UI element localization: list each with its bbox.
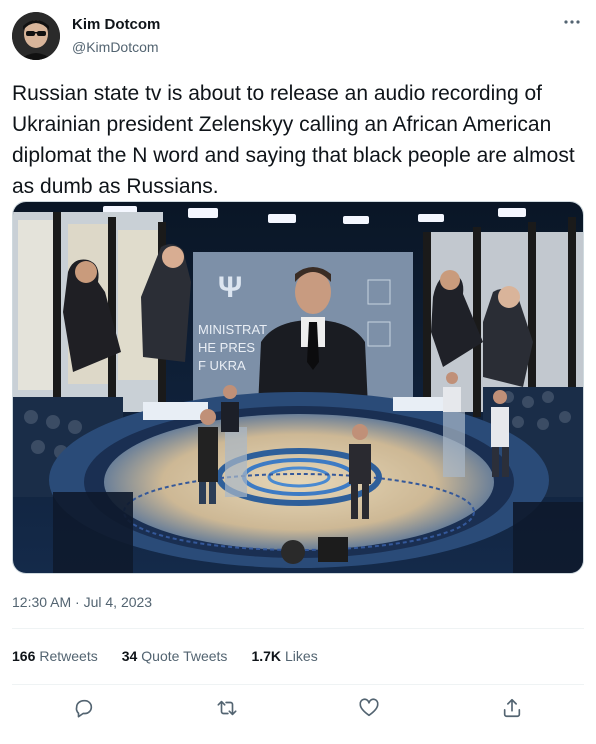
- svg-text:MINISTRAT: MINISTRAT: [198, 322, 267, 337]
- divider: [12, 684, 584, 685]
- avatar-image: [12, 12, 60, 60]
- reply-button[interactable]: [69, 693, 99, 723]
- tv-studio-photo: Ψ MINISTRAT HE PRES F UKRA: [13, 202, 583, 573]
- reply-icon: [75, 699, 93, 718]
- divider: [12, 628, 584, 629]
- quote-tweets-stat[interactable]: 34 Quote Tweets: [122, 648, 228, 664]
- likes-label: Likes: [285, 648, 318, 664]
- tweet-media[interactable]: Ψ MINISTRAT HE PRES F UKRA: [12, 201, 584, 574]
- avatar[interactable]: [12, 12, 60, 60]
- likes-count: 1.7K: [251, 648, 282, 664]
- author-name[interactable]: Kim Dotcom: [72, 16, 160, 33]
- quote-tweets-label: Quote Tweets: [141, 648, 228, 664]
- likes-stat[interactable]: 1.7K Likes: [251, 648, 317, 664]
- more-horizontal-icon: [564, 20, 580, 24]
- svg-text:F UKRA: F UKRA: [198, 358, 246, 373]
- retweets-count: 166: [12, 648, 36, 664]
- author-handle[interactable]: @KimDotcom: [72, 39, 159, 55]
- share-icon: [503, 698, 521, 718]
- engagement-stats: 166 Retweets 34 Quote Tweets 1.7K Likes: [12, 648, 318, 664]
- like-button[interactable]: [354, 693, 384, 723]
- retweet-button[interactable]: [212, 693, 242, 723]
- like-icon: [359, 698, 379, 717]
- retweet-icon: [217, 700, 237, 716]
- more-options-button[interactable]: [562, 12, 582, 37]
- tweet-text: Russian state tv is about to release an …: [12, 82, 575, 198]
- retweets-label: Retweets: [39, 648, 98, 664]
- svg-text:HE PRES: HE PRES: [198, 340, 255, 355]
- quote-tweets-count: 34: [121, 648, 138, 664]
- share-button[interactable]: [497, 693, 527, 723]
- tweet-actions: [0, 693, 596, 723]
- svg-text:Ψ: Ψ: [218, 271, 242, 304]
- retweets-stat[interactable]: 166 Retweets: [12, 648, 98, 664]
- tweet-timestamp[interactable]: 12:30 AM · Jul 4, 2023: [12, 594, 152, 610]
